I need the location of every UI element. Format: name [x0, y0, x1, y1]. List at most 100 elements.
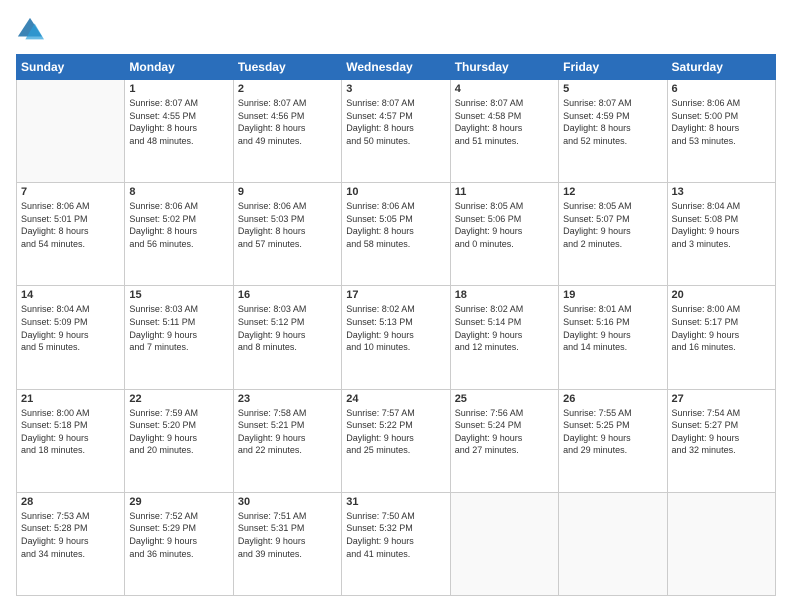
calendar-cell: 29 Sunrise: 7:52 AM Sunset: 5:29 PM Dayli… [125, 492, 233, 595]
day-info: Sunrise: 8:07 AM Sunset: 4:58 PM Dayligh… [455, 97, 554, 147]
day-number: 9 [238, 186, 337, 198]
page: SundayMondayTuesdayWednesdayThursdayFrid… [0, 0, 792, 612]
day-number: 17 [346, 289, 445, 301]
calendar-cell: 21Sunrise: 8:00 AM Sunset: 5:18 PM Dayli… [17, 389, 125, 492]
calendar-cell: 26Sunrise: 7:55 AM Sunset: 5:25 PM Dayli… [559, 389, 667, 492]
logo [16, 16, 48, 44]
day-info: Sunrise: 8:04 AM Sunset: 5:08 PM Dayligh… [672, 200, 771, 250]
day-number: 23 [238, 393, 337, 405]
day-info: Sunrise: 8:06 AM Sunset: 5:01 PM Dayligh… [21, 200, 120, 250]
calendar-cell: 17Sunrise: 8:02 AM Sunset: 5:13 PM Dayli… [342, 286, 450, 389]
day-number: 31 [346, 496, 445, 508]
day-number: 7 [21, 186, 120, 198]
day-number: 15 [129, 289, 228, 301]
day-number: 29 [129, 496, 228, 508]
calendar-cell: 23 Sunrise: 7:58 AM Sunset: 5:21 PM Dayli… [233, 389, 341, 492]
day-number: 18 [455, 289, 554, 301]
calendar-week-row: 21Sunrise: 8:00 AM Sunset: 5:18 PM Dayli… [17, 389, 776, 492]
day-number: 27 [672, 393, 771, 405]
calendar-cell: 24 Sunrise: 7:57 AM Sunset: 5:22 PM Dayli… [342, 389, 450, 492]
logo-icon [16, 16, 44, 44]
calendar-cell: 18Sunrise: 8:02 AM Sunset: 5:14 PM Dayli… [450, 286, 558, 389]
calendar-header-sunday: Sunday [17, 55, 125, 80]
day-info: Sunrise: 7:50 AM Sunset: 5:32 PM Dayligh… [346, 510, 445, 560]
day-info: Sunrise: 7:58 AM Sunset: 5:21 PM Dayligh… [238, 407, 337, 457]
calendar-header-row: SundayMondayTuesdayWednesdayThursdayFrid… [17, 55, 776, 80]
day-info: Sunrise: 8:05 AM Sunset: 5:06 PM Dayligh… [455, 200, 554, 250]
day-number: 5 [563, 83, 662, 95]
calendar-cell [17, 80, 125, 183]
calendar-cell: 9 Sunrise: 8:06 AM Sunset: 5:03 PM Daylig… [233, 183, 341, 286]
day-number: 2 [238, 83, 337, 95]
day-number: 25 [455, 393, 554, 405]
day-number: 12 [563, 186, 662, 198]
calendar-cell: 7 Sunrise: 8:06 AM Sunset: 5:01 PM Daylig… [17, 183, 125, 286]
day-number: 30 [238, 496, 337, 508]
calendar-cell: 10 Sunrise: 8:06 AM Sunset: 5:05 PM Dayli… [342, 183, 450, 286]
calendar-header-thursday: Thursday [450, 55, 558, 80]
day-number: 3 [346, 83, 445, 95]
calendar-week-row: 7 Sunrise: 8:06 AM Sunset: 5:01 PM Daylig… [17, 183, 776, 286]
calendar-cell: 14 Sunrise: 8:04 AM Sunset: 5:09 PM Dayli… [17, 286, 125, 389]
day-info: Sunrise: 7:51 AM Sunset: 5:31 PM Dayligh… [238, 510, 337, 560]
day-info: Sunrise: 8:06 AM Sunset: 5:00 PM Dayligh… [672, 97, 771, 147]
day-info: Sunrise: 7:53 AM Sunset: 5:28 PM Dayligh… [21, 510, 120, 560]
day-info: Sunrise: 8:03 AM Sunset: 5:11 PM Dayligh… [129, 303, 228, 353]
day-number: 4 [455, 83, 554, 95]
calendar-week-row: 1 Sunrise: 8:07 AM Sunset: 4:55 PM Daylig… [17, 80, 776, 183]
calendar-cell: 4 Sunrise: 8:07 AM Sunset: 4:58 PM Daylig… [450, 80, 558, 183]
calendar-cell: 1 Sunrise: 8:07 AM Sunset: 4:55 PM Daylig… [125, 80, 233, 183]
day-info: Sunrise: 7:52 AM Sunset: 5:29 PM Dayligh… [129, 510, 228, 560]
day-number: 28 [21, 496, 120, 508]
day-number: 26 [563, 393, 662, 405]
calendar-cell: 27 Sunrise: 7:54 AM Sunset: 5:27 PM Dayli… [667, 389, 775, 492]
day-info: Sunrise: 8:06 AM Sunset: 5:03 PM Dayligh… [238, 200, 337, 250]
calendar-cell: 12Sunrise: 8:05 AM Sunset: 5:07 PM Dayli… [559, 183, 667, 286]
calendar-week-row: 14 Sunrise: 8:04 AM Sunset: 5:09 PM Dayli… [17, 286, 776, 389]
calendar-cell: 28 Sunrise: 7:53 AM Sunset: 5:28 PM Dayli… [17, 492, 125, 595]
day-info: Sunrise: 8:06 AM Sunset: 5:02 PM Dayligh… [129, 200, 228, 250]
calendar-header-friday: Friday [559, 55, 667, 80]
calendar-cell: 13 Sunrise: 8:04 AM Sunset: 5:08 PM Dayli… [667, 183, 775, 286]
calendar-cell [667, 492, 775, 595]
calendar-cell: 6Sunrise: 8:06 AM Sunset: 5:00 PM Daylig… [667, 80, 775, 183]
day-info: Sunrise: 8:00 AM Sunset: 5:17 PM Dayligh… [672, 303, 771, 353]
day-info: Sunrise: 8:03 AM Sunset: 5:12 PM Dayligh… [238, 303, 337, 353]
day-number: 1 [129, 83, 228, 95]
day-info: Sunrise: 8:07 AM Sunset: 4:59 PM Dayligh… [563, 97, 662, 147]
day-info: Sunrise: 7:57 AM Sunset: 5:22 PM Dayligh… [346, 407, 445, 457]
calendar-cell: 22Sunrise: 7:59 AM Sunset: 5:20 PM Dayli… [125, 389, 233, 492]
calendar-week-row: 28 Sunrise: 7:53 AM Sunset: 5:28 PM Dayli… [17, 492, 776, 595]
calendar-cell: 31 Sunrise: 7:50 AM Sunset: 5:32 PM Dayli… [342, 492, 450, 595]
day-number: 11 [455, 186, 554, 198]
calendar-cell: 15 Sunrise: 8:03 AM Sunset: 5:11 PM Dayli… [125, 286, 233, 389]
day-number: 10 [346, 186, 445, 198]
day-info: Sunrise: 8:06 AM Sunset: 5:05 PM Dayligh… [346, 200, 445, 250]
day-info: Sunrise: 8:07 AM Sunset: 4:55 PM Dayligh… [129, 97, 228, 147]
day-number: 13 [672, 186, 771, 198]
day-info: Sunrise: 8:01 AM Sunset: 5:16 PM Dayligh… [563, 303, 662, 353]
calendar-cell: 19 Sunrise: 8:01 AM Sunset: 5:16 PM Dayli… [559, 286, 667, 389]
day-number: 8 [129, 186, 228, 198]
calendar-cell [450, 492, 558, 595]
calendar-cell: 16 Sunrise: 8:03 AM Sunset: 5:12 PM Dayli… [233, 286, 341, 389]
day-info: Sunrise: 8:07 AM Sunset: 4:57 PM Dayligh… [346, 97, 445, 147]
calendar-cell: 20 Sunrise: 8:00 AM Sunset: 5:17 PM Dayli… [667, 286, 775, 389]
day-info: Sunrise: 8:00 AM Sunset: 5:18 PM Dayligh… [21, 407, 120, 457]
day-number: 16 [238, 289, 337, 301]
day-info: Sunrise: 7:56 AM Sunset: 5:24 PM Dayligh… [455, 407, 554, 457]
day-number: 19 [563, 289, 662, 301]
day-number: 20 [672, 289, 771, 301]
day-number: 24 [346, 393, 445, 405]
calendar-header-tuesday: Tuesday [233, 55, 341, 80]
calendar-cell: 5 Sunrise: 8:07 AM Sunset: 4:59 PM Daylig… [559, 80, 667, 183]
calendar-header-wednesday: Wednesday [342, 55, 450, 80]
calendar-cell: 8 Sunrise: 8:06 AM Sunset: 5:02 PM Daylig… [125, 183, 233, 286]
calendar-cell: 30 Sunrise: 7:51 AM Sunset: 5:31 PM Dayli… [233, 492, 341, 595]
day-number: 14 [21, 289, 120, 301]
day-info: Sunrise: 8:04 AM Sunset: 5:09 PM Dayligh… [21, 303, 120, 353]
calendar-cell: 25 Sunrise: 7:56 AM Sunset: 5:24 PM Dayli… [450, 389, 558, 492]
calendar-header-monday: Monday [125, 55, 233, 80]
day-info: Sunrise: 7:54 AM Sunset: 5:27 PM Dayligh… [672, 407, 771, 457]
day-info: Sunrise: 8:07 AM Sunset: 4:56 PM Dayligh… [238, 97, 337, 147]
